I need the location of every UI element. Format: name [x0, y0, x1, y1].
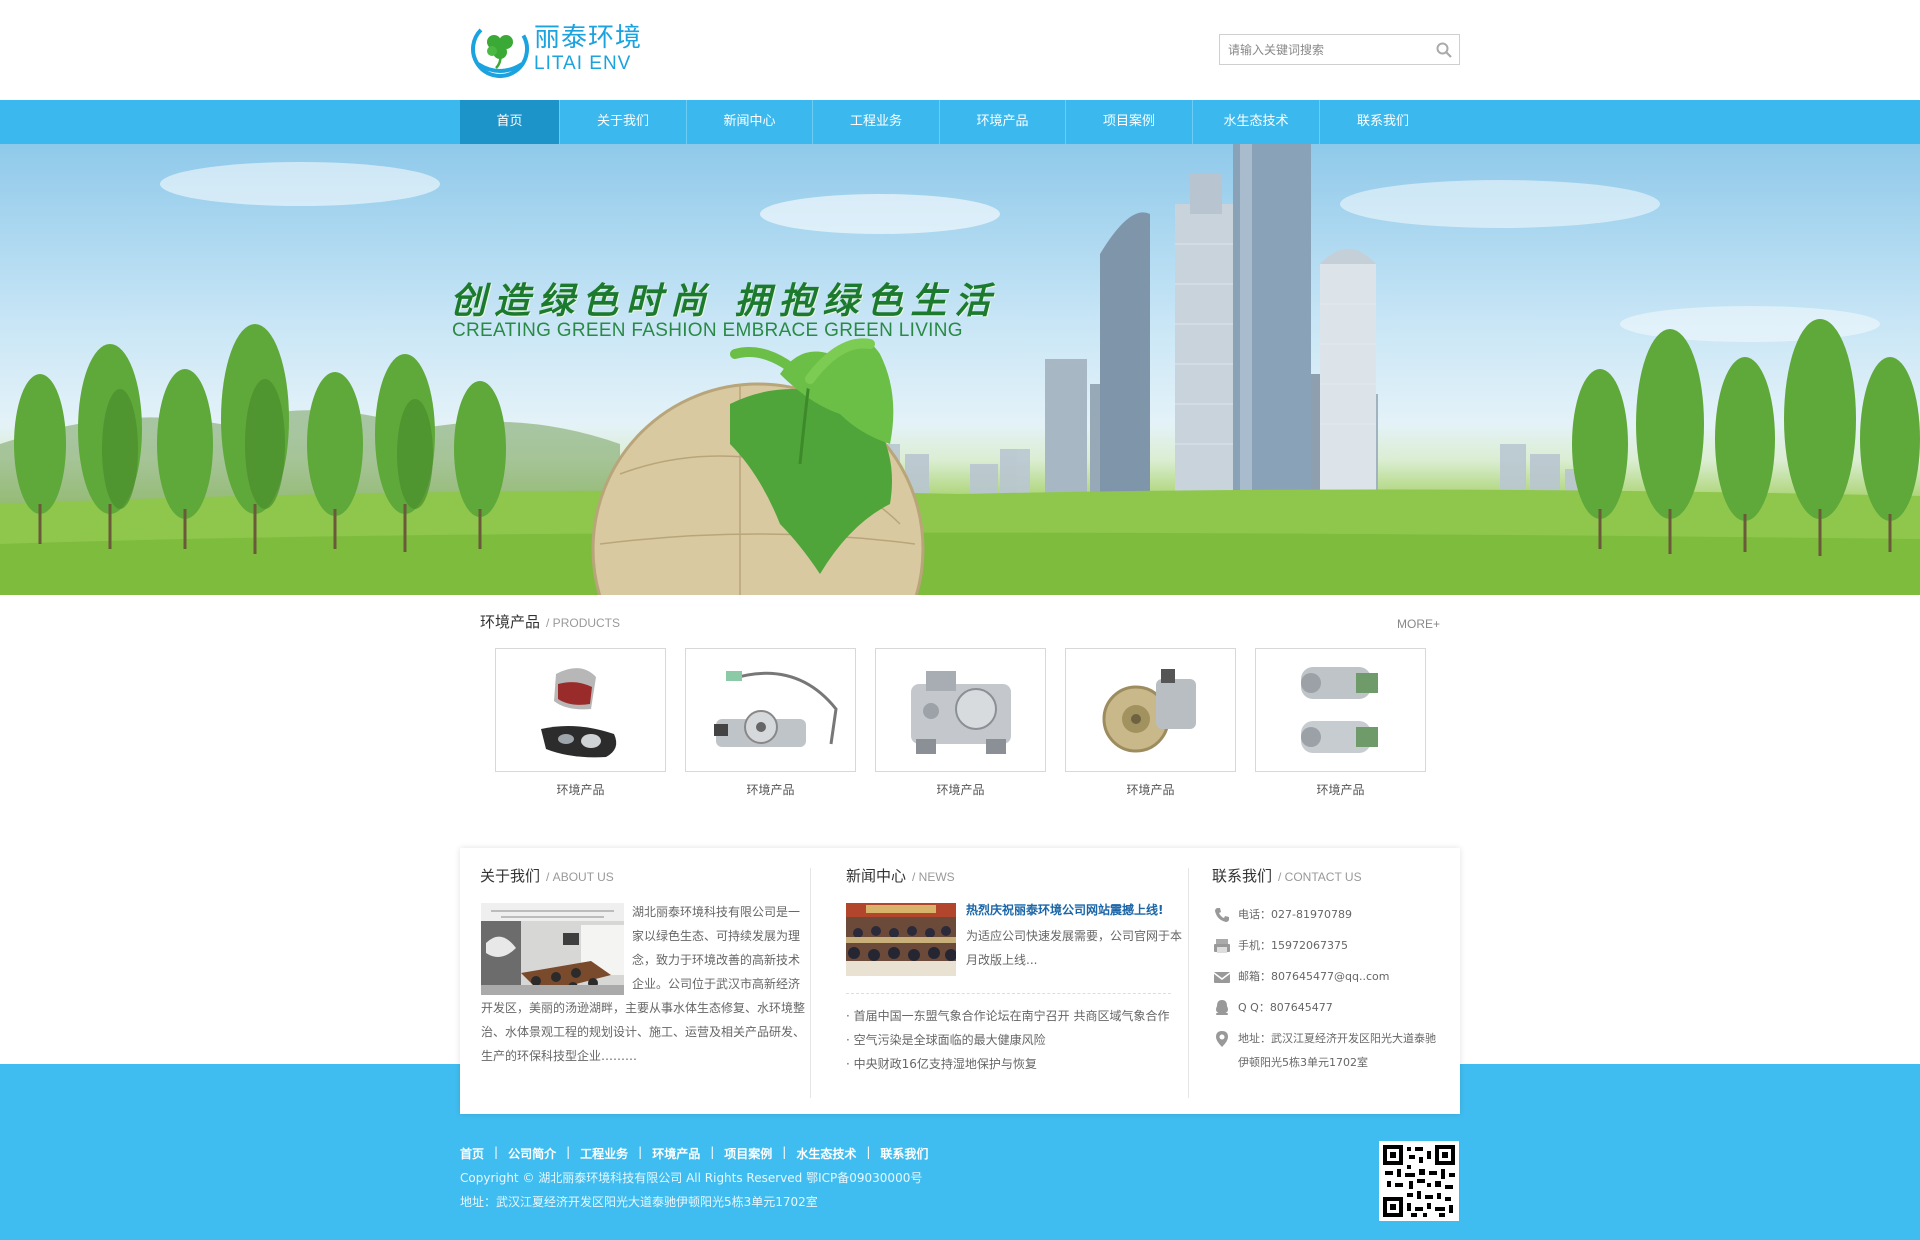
nav-item-water-tech[interactable]: 水生态技术	[1193, 100, 1320, 144]
products-section: 环境产品 / PRODUCTS MORE+ 环境产品 环境产品 环境产品 环境产…	[460, 595, 1460, 823]
nav-item-news[interactable]: 新闻中心	[687, 100, 813, 144]
banner-scenery	[0, 144, 1920, 595]
about-column: 关于我们 / ABOUT US 湖北丽泰环境科技有限公司是一家以绿色生态、可持续发…	[460, 848, 810, 1114]
contact-address: 地址：武汉江夏经济开发区阳光大道泰驰伊顿阳光5栋3单元1702室	[1238, 1032, 1436, 1069]
email-icon	[1212, 967, 1232, 987]
news-column: 新闻中心 / NEWS 热烈庆祝丽泰环境公司网站震撼上线! 为适应公司快速发展需要…	[846, 848, 1191, 1114]
clover-logo-icon	[470, 18, 530, 80]
product-image-window-motor[interactable]	[685, 648, 856, 772]
contact-phone: 电话：027-81970789	[1238, 908, 1352, 921]
product-label: 环境产品	[936, 783, 985, 797]
news-separator	[846, 993, 1171, 994]
brand-name-cn: 丽泰环境	[534, 23, 643, 53]
footer-link-products[interactable]: 环境产品	[652, 1145, 700, 1162]
qq-penguin-icon	[1212, 998, 1232, 1018]
column-divider	[810, 868, 811, 1098]
product-image-pulley-pump[interactable]	[1065, 648, 1236, 772]
news-headline-link[interactable]: 热烈庆祝丽泰环境公司网站震撼上线!	[966, 901, 1163, 918]
footer-link-cases[interactable]: 项目案例	[724, 1145, 772, 1162]
search-box	[1219, 34, 1460, 65]
contact-list: 电话：027-81970789 手机：15972067375 邮箱：807645…	[1212, 903, 1442, 1082]
nav-item-engineering[interactable]: 工程业务	[813, 100, 940, 144]
search-input[interactable]	[1220, 35, 1425, 64]
product-label: 环境产品	[1316, 783, 1365, 797]
news-list-item[interactable]: · 首届中国一东盟气象合作论坛在南宁召开 共商区域气象合作	[846, 1004, 1186, 1028]
about-title: 关于我们	[480, 867, 541, 885]
section-title: 联系我们 / CONTACT US	[1212, 865, 1362, 886]
nav-item-contact[interactable]: 联系我们	[1320, 100, 1446, 144]
banner-slogan-cn: 创造绿色时尚 拥抱绿色生活	[450, 280, 999, 322]
fax-icon	[1212, 936, 1232, 956]
footer-link-engineering[interactable]: 工程业务	[580, 1145, 628, 1162]
section-title: 环境产品 / PRODUCTS	[480, 611, 620, 632]
news-list: · 首届中国一东盟气象合作论坛在南宁召开 共商区域气象合作 · 空气污染是全球面…	[846, 1004, 1186, 1076]
contact-email[interactable]: 邮箱：807645477@qq..com	[1238, 965, 1389, 989]
header: 丽泰环境 LITAI ENV	[0, 0, 1920, 100]
column-divider	[1188, 868, 1189, 1098]
product-image-headlights[interactable]	[495, 648, 666, 772]
product-item: 环境产品	[495, 648, 666, 798]
footer-address: 地址：武汉江夏经济开发区阳光大道泰驰伊顿阳光5栋3单元1702室	[460, 1195, 818, 1209]
products-more-link[interactable]: MORE+	[1397, 617, 1440, 631]
contact-mobile: 手机：15972067375	[1238, 939, 1348, 952]
news-title: 新闻中心	[846, 867, 907, 885]
location-pin-icon	[1212, 1029, 1232, 1049]
footer-link-profile[interactable]: 公司简介	[508, 1145, 556, 1162]
footer-copyright: Copyright © 湖北丽泰环境科技有限公司 All Rights Rese…	[460, 1171, 923, 1185]
product-image-pump[interactable]	[875, 648, 1046, 772]
news-photo-conference[interactable]	[846, 903, 956, 976]
news-list-item[interactable]: · 中央财政16亿支持湿地保护与恢复	[846, 1052, 1186, 1076]
section-title: 关于我们 / ABOUT US	[480, 865, 614, 886]
product-item: 环境产品	[1255, 648, 1426, 798]
banner-slogan-en: CREATING GREEN FASHION EMBRACE GREEN LIV…	[452, 320, 963, 341]
contact-address-row: 地址：武汉江夏经济开发区阳光大道泰驰伊顿阳光5栋3单元1702室	[1212, 1027, 1442, 1075]
product-label: 环境产品	[746, 783, 795, 797]
contact-subtitle: / CONTACT US	[1278, 870, 1362, 884]
product-item: 环境产品	[1065, 648, 1236, 798]
contact-column: 联系我们 / CONTACT US 电话：027-81970789 手机：1597…	[1212, 848, 1452, 1114]
footer-link-contact[interactable]: 联系我们	[880, 1145, 928, 1162]
contact-mobile-row: 手机：15972067375	[1212, 934, 1442, 958]
news-list-item[interactable]: · 空气污染是全球面临的最大健康风险	[846, 1028, 1186, 1052]
logo[interactable]: 丽泰环境 LITAI ENV	[470, 18, 642, 80]
nav-item-products[interactable]: 环境产品	[940, 100, 1066, 144]
news-subtitle: / NEWS	[912, 870, 955, 884]
nav-item-about[interactable]: 关于我们	[560, 100, 687, 144]
qr-code-icon	[1379, 1141, 1459, 1221]
nav-item-cases[interactable]: 项目案例	[1066, 100, 1193, 144]
product-list: 环境产品 环境产品 环境产品 环境产品 环境产品	[495, 648, 1445, 798]
nav-item-home[interactable]: 首页	[460, 100, 560, 144]
footer-link-home[interactable]: 首页	[460, 1145, 484, 1162]
product-item: 环境产品	[685, 648, 856, 798]
contact-email-row: 邮箱：807645477@qq..com	[1212, 965, 1442, 989]
product-image-starter-motors[interactable]	[1255, 648, 1426, 772]
news-headline-desc: 为适应公司快速发展需要，公司官网于本月改版上线...	[966, 929, 1183, 967]
about-text-block: 湖北丽泰环境科技有限公司是一家以绿色生态、可持续发展为理念，致力于环境改善的高新…	[481, 900, 811, 1068]
hero-banner[interactable]: 创造绿色时尚 拥抱绿色生活 CREATING GREEN FASHION EMB…	[0, 144, 1920, 595]
product-label: 环境产品	[556, 783, 605, 797]
brand-name-en: LITAI ENV	[534, 53, 632, 74]
footer-nav: 首页 | 公司简介 | 工程业务 | 环境产品 | 项目案例 | 水生态技术 | 联系我们	[460, 1145, 929, 1162]
footer-link-water-tech[interactable]: 水生态技术	[796, 1145, 856, 1162]
product-label: 环境产品	[1126, 783, 1175, 797]
info-section: 关于我们 / ABOUT US 湖北丽泰环境科技有限公司是一家以绿色生态、可持续发…	[460, 848, 1460, 1114]
search-icon[interactable]	[1435, 41, 1453, 59]
contact-phone-row: 电话：027-81970789	[1212, 903, 1442, 927]
contact-title: 联系我们	[1212, 867, 1273, 885]
product-item: 环境产品	[875, 648, 1046, 798]
main-nav: 首页 关于我们 新闻中心 工程业务 环境产品 项目案例 水生态技术 联系我们	[0, 100, 1920, 144]
phone-icon	[1212, 905, 1232, 925]
about-subtitle: / ABOUT US	[546, 870, 614, 884]
products-subtitle: / PRODUCTS	[546, 616, 621, 630]
section-title: 新闻中心 / NEWS	[846, 865, 955, 886]
contact-qq-row: Q Q：807645477	[1212, 996, 1442, 1020]
contact-qq: Q Q：807645477	[1238, 1001, 1333, 1014]
products-title: 环境产品	[480, 613, 541, 631]
